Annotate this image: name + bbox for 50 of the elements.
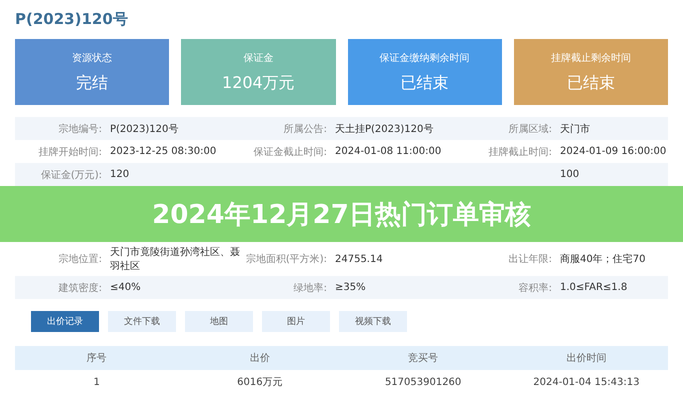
- field-label: 所属区域:: [508, 124, 552, 134]
- tab[interactable]: 地图: [185, 311, 253, 332]
- page-title: P(2023)120号: [15, 10, 129, 29]
- field-value: 1.0≤FAR≤1.8: [560, 282, 628, 293]
- field-value: 天门市竟陵街道孙湾社区、聂羽社区: [110, 247, 240, 272]
- card-label: 挂牌截止剩余时间: [550, 52, 631, 64]
- card-value: 完结: [76, 72, 108, 94]
- field-value: ≥35%: [335, 282, 366, 293]
- field-label: 所属公告:: [284, 124, 327, 134]
- tab[interactable]: 图片: [262, 311, 330, 332]
- column-header: 出价: [248, 352, 271, 365]
- card-label: 保证金: [243, 52, 274, 64]
- card-value: 已结束: [400, 72, 449, 94]
- field-label: 出让年限:: [508, 254, 552, 265]
- field-label: 宗地编号:: [58, 124, 102, 134]
- field-value: 2024-01-08 11:00:00: [335, 146, 442, 157]
- field-value: 120: [110, 169, 130, 180]
- card-value: 已结束: [566, 72, 615, 94]
- table-cell-text: 2024-01-04 15:43:13: [532, 376, 640, 388]
- column-header: 出价时间: [565, 352, 608, 365]
- tab[interactable]: 文件下载: [108, 311, 176, 332]
- field-value: P(2023)120号: [110, 124, 178, 134]
- field-label: 保证金(万元):: [40, 170, 102, 180]
- column-header: 序号: [86, 352, 108, 365]
- field-value: 2023-12-25 08:30:00: [110, 146, 216, 157]
- field-value: 天土挂P(2023)120号: [335, 124, 434, 134]
- field-label: 挂牌开始时间:: [38, 146, 102, 158]
- field-label: 宗地位置:: [58, 254, 102, 265]
- field-value: 100: [560, 169, 580, 180]
- field-label: 保证金截止时间:: [254, 146, 327, 158]
- field-label: 建筑密度:: [58, 282, 102, 294]
- field-value: 24755.14: [335, 254, 383, 264]
- field-value: 2024-01-09 16:00:00: [560, 146, 666, 157]
- field-label: 宗地面积(平方米):: [246, 254, 327, 265]
- field-label: 挂牌截止时间:: [488, 146, 552, 158]
- card-label: 保证金缴纳剩余时间: [380, 52, 470, 64]
- field-value: ≤40%: [110, 282, 141, 293]
- tab[interactable]: 出价记录: [31, 311, 99, 332]
- table-cell-text: 6016万元: [236, 376, 284, 389]
- field-value: 商服40年；住宅70: [560, 254, 646, 265]
- table-cell-text: 517053901260: [384, 376, 462, 388]
- card-value: 1204万元: [222, 72, 295, 94]
- tab[interactable]: 视频下载: [339, 311, 407, 332]
- table-cell-text: 1: [92, 376, 101, 388]
- column-header: 竞买号: [407, 352, 440, 365]
- headline-banner: 2024年12月27日热门订单审核: [0, 186, 683, 242]
- card-label: 资源状态: [72, 52, 112, 64]
- field-value: 天门市: [560, 124, 590, 134]
- field-label: 容积率:: [518, 282, 552, 294]
- field-label: 绿地率:: [294, 282, 327, 294]
